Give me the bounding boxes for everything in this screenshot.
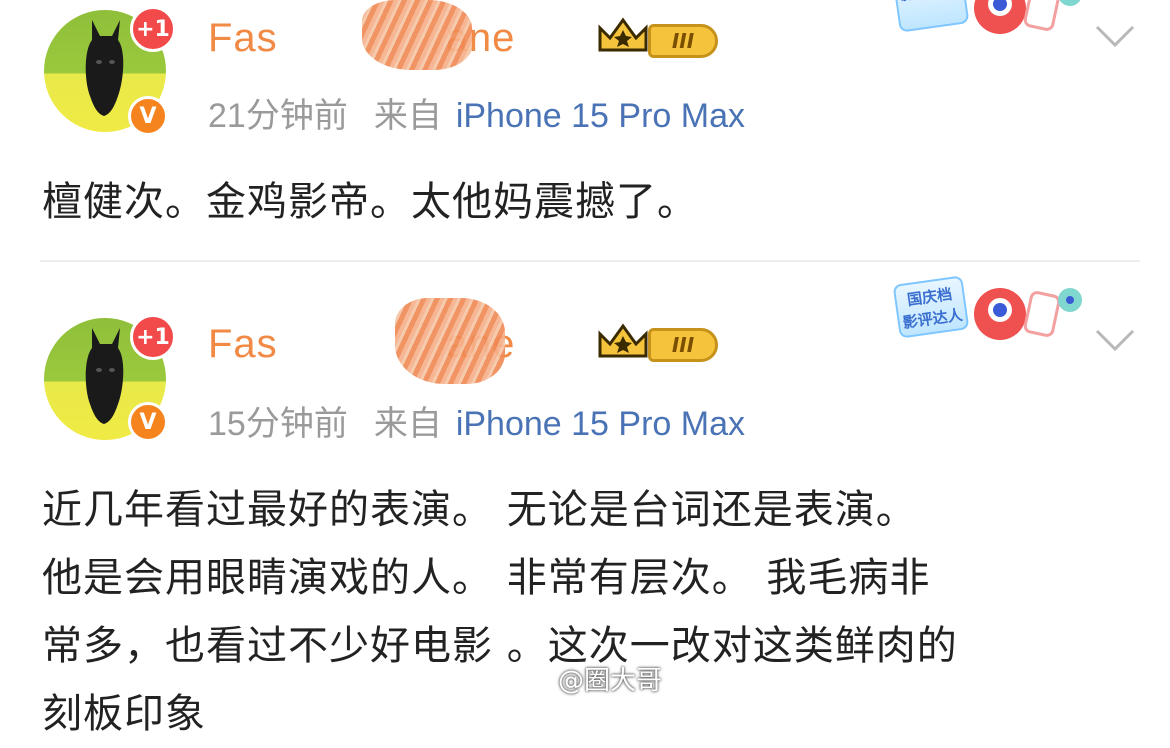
activity-sticker[interactable]: 国庆档 影评达人	[890, 268, 1100, 356]
source-label: 来自	[373, 405, 442, 443]
post-meta: 15分钟前 来自 iPhone 15 Pro Max	[208, 396, 745, 445]
crown-icon	[598, 323, 648, 358]
device-link[interactable]: iPhone 15 Pro Max	[456, 405, 745, 443]
watermark-text: @圈大哥	[558, 666, 663, 696]
verified-icon: V	[128, 402, 168, 442]
watermark: @圈大哥	[506, 660, 662, 697]
post-content-line: 近几年看过最好的表演。 无论是台词还是表演。	[42, 487, 917, 533]
notification-badge: +1	[130, 314, 176, 360]
post-content: 近几年看过最好的表演。 无论是台词还是表演。 他是会用眼睛演戏的人。 非常有层次…	[42, 476, 1130, 748]
post-time[interactable]: 15分钟前	[208, 405, 348, 443]
sticker-label: 国庆档 影评达人	[892, 275, 970, 339]
weibo-logo-icon	[507, 666, 548, 694]
mascot-icon	[974, 288, 1082, 340]
weibo-post-2: +1 V Fasane III 15分钟前来自iPhone 15 Pro Max…	[0, 0, 1170, 737]
redaction-scribble	[395, 298, 505, 384]
vip-level-badge: III	[648, 328, 718, 362]
username-prefix: Fas	[208, 322, 278, 366]
post-content-line: 他是会用眼睛演戏的人。 非常有层次。 我毛病非	[42, 555, 931, 601]
chevron-down-icon[interactable]	[1094, 326, 1136, 354]
